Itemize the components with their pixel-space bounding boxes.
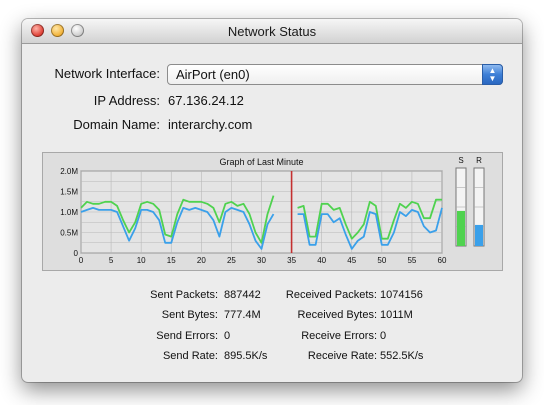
send-label: S <box>458 156 463 165</box>
x-tick-label: 10 <box>137 256 146 265</box>
domain-name-label: Domain Name: <box>73 117 160 132</box>
network-interface-value: AirPort (en0) <box>176 67 250 82</box>
x-tick-label: 0 <box>79 256 84 265</box>
x-tick-label: 35 <box>287 256 296 265</box>
graph-title: Graph of Last Minute <box>219 157 303 167</box>
y-tick-label: 2.0M <box>60 167 78 176</box>
y-tick-label: 1.5M <box>60 188 78 197</box>
x-tick-label: 5 <box>109 256 114 265</box>
x-tick-label: 45 <box>347 256 356 265</box>
receive-errors-label: Receive Errors: <box>301 330 377 342</box>
y-tick-label: 1.0M <box>60 208 78 217</box>
x-tick-label: 50 <box>377 256 386 265</box>
sent-packets-label: Sent Packets: <box>150 289 218 301</box>
sent-packets-value: 887442 <box>224 289 261 301</box>
network-interface-label: Network Interface: <box>54 66 161 81</box>
y-tick-label: 0.5M <box>60 229 78 238</box>
send-rate-label: Send Rate: <box>162 350 218 362</box>
send-errors-label: Send Errors: <box>156 330 218 342</box>
received-packets-value: 1074156 <box>380 289 423 301</box>
received-packets-label: Received Packets: <box>285 289 377 301</box>
receive-errors-value: 0 <box>380 330 387 342</box>
network-status-window: Network Status Network Interface: AirPor… <box>22 19 522 382</box>
receive-rate-value: 552.5K/s <box>380 350 424 362</box>
ip-address-value: 67.136.24.12 <box>168 93 244 108</box>
graph-panel: Graph of Last Minute 0 0.5M 1.0M 1.5M 2.0M 0 5 1… <box>42 152 503 271</box>
send-errors-value: 0 <box>224 330 231 342</box>
window-title: Network Status <box>227 24 317 39</box>
up-down-arrows-icon: ▲ ▼ <box>482 64 503 85</box>
send-rate-value: 895.5K/s <box>224 350 268 362</box>
network-interface-popup[interactable]: AirPort (en0) ▲ ▼ <box>167 64 503 85</box>
sent-bytes-label: Sent Bytes: <box>161 309 218 321</box>
x-tick-label: 15 <box>167 256 176 265</box>
x-tick-label: 20 <box>197 256 206 265</box>
domain-name-value: interarchy.com <box>168 117 253 132</box>
send-meter-fill <box>457 210 465 246</box>
network-graph: Graph of Last Minute00.5M1.0M1.5M2.0M0 5 1… <box>60 156 485 265</box>
receive-label: R <box>476 156 482 165</box>
received-bytes-label: Received Bytes: <box>297 309 377 321</box>
x-tick-label: 25 <box>227 256 236 265</box>
received-bytes-value: 1011M <box>380 309 413 321</box>
ip-address-label: IP Address: <box>93 93 160 108</box>
x-tick-label: 55 <box>407 256 416 265</box>
x-tick-label: 30 <box>257 256 266 265</box>
title-bar[interactable]: Network Status <box>22 19 522 44</box>
sent-bytes-value: 777.4M <box>224 309 261 321</box>
receive-rate-label: Receive Rate: <box>307 350 377 362</box>
x-tick-label: 60 <box>438 256 447 265</box>
x-tick-label: 40 <box>317 256 326 265</box>
receive-meter-fill <box>475 224 483 246</box>
